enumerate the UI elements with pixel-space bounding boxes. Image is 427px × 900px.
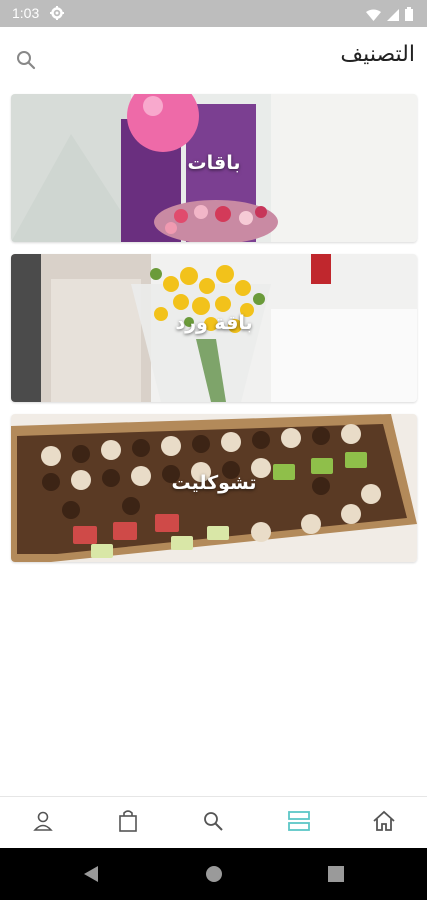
shopping-bag-icon [117,809,139,837]
status-bar: 1:03 [0,0,427,27]
category-label: باقات [187,152,241,174]
back-icon[interactable] [82,864,100,888]
bottom-navigation [0,796,427,849]
home-icon [372,810,396,836]
app-bar: التصنيف [0,27,427,89]
category-card-chocolate[interactable]: تشوكليت [11,414,417,562]
page-title: التصنيف [340,42,415,67]
category-card-flower-bouquet[interactable]: باقة ورد [11,254,417,402]
profile-icon [32,810,54,836]
battery-icon [405,6,413,25]
category-label: باقة ورد [175,312,253,334]
categories-icon [287,810,311,836]
search-icon[interactable] [14,48,38,72]
nav-profile[interactable] [23,803,63,843]
status-time: 1:03 [12,5,40,21]
category-label: تشوكليت [171,472,257,494]
wifi-icon [366,6,381,25]
nav-home[interactable] [364,803,404,843]
home-circle-icon[interactable] [204,864,224,888]
search-icon [202,810,224,836]
recents-square-icon[interactable] [327,864,345,888]
signal-icon [387,6,399,25]
category-list: باقات باقة ورد تشوكليت [11,94,417,574]
nav-search[interactable] [193,803,233,843]
category-card-bouquets[interactable]: باقات [11,94,417,242]
nav-cart[interactable] [108,803,148,843]
system-navigation-bar [0,848,427,900]
nav-categories[interactable] [279,803,319,843]
settings-gear-icon [50,5,64,24]
